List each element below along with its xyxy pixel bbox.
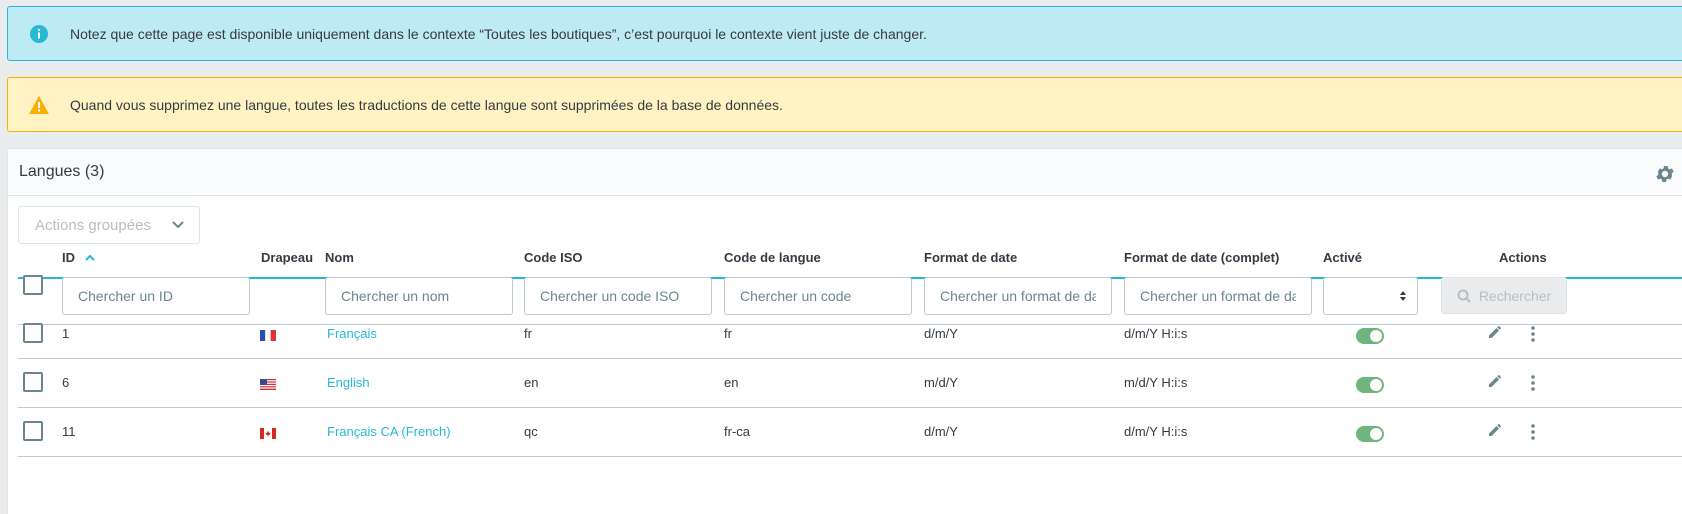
column-header-name[interactable]: Nom — [325, 250, 354, 265]
card-title: Langues (3) — [19, 163, 105, 180]
column-header-active[interactable]: Activé — [1323, 250, 1362, 265]
row-lang-code: fr-ca — [724, 424, 750, 439]
filter-date-format-full-input[interactable] — [1124, 277, 1312, 315]
filter-name-input[interactable] — [325, 277, 513, 315]
row-divider — [18, 407, 1682, 408]
search-icon — [1457, 289, 1471, 303]
row-divider — [18, 456, 1682, 457]
column-header-id[interactable]: ID — [62, 250, 95, 265]
row-id: 1 — [62, 326, 70, 341]
chevron-down-icon — [172, 221, 184, 229]
row-checkbox[interactable] — [23, 323, 43, 343]
bulk-actions-dropdown[interactable]: Actions groupées — [18, 206, 200, 244]
warning-icon — [8, 95, 70, 115]
row-lang-code: en — [724, 375, 739, 390]
flag-fr-icon — [260, 330, 276, 341]
filter-active-select[interactable] — [1323, 277, 1418, 315]
bulk-actions-label: Actions groupées — [35, 216, 151, 234]
row-checkbox[interactable] — [23, 372, 43, 392]
row-date-format: d/m/Y — [924, 424, 958, 439]
info-alert: Notez que cette page est disponible uniq… — [7, 6, 1682, 61]
languages-card: Langues (3) Actions groupées ID Drapeau … — [7, 148, 1682, 514]
select-all-checkbox[interactable] — [23, 275, 43, 295]
filter-id-input[interactable] — [62, 277, 250, 315]
warning-alert: Quand vous supprimez une langue, toutes … — [7, 77, 1682, 132]
row-date-format-full: d/m/Y H:i:s — [1124, 424, 1188, 439]
active-toggle[interactable] — [1356, 426, 1384, 442]
active-toggle[interactable] — [1356, 377, 1384, 393]
row-checkbox[interactable] — [23, 421, 43, 441]
row-date-format: d/m/Y — [924, 326, 958, 341]
row-iso: en — [524, 375, 539, 390]
column-header-actions: Actions — [1499, 250, 1547, 265]
gear-icon[interactable] — [1654, 163, 1676, 185]
filter-date-format-input[interactable] — [924, 277, 1112, 315]
search-button-label: Rechercher — [1478, 287, 1552, 304]
row-date-format: m/d/Y — [924, 375, 958, 390]
row-date-format-full: m/d/Y H:i:s — [1124, 375, 1188, 390]
column-header-id-label: ID — [62, 250, 75, 265]
column-header-lang-code[interactable]: Code de langue — [724, 250, 821, 265]
select-arrows-icon — [1400, 291, 1406, 301]
flag-us-icon — [260, 379, 276, 390]
more-actions-icon[interactable] — [1526, 374, 1540, 392]
info-alert-text: Notez que cette page est disponible uniq… — [70, 25, 927, 42]
row-iso: qc — [524, 424, 538, 439]
sort-asc-icon[interactable] — [84, 254, 95, 262]
warning-alert-text: Quand vous supprimez une langue, toutes … — [70, 96, 783, 113]
row-divider — [18, 358, 1682, 359]
row-name-link[interactable]: Français — [327, 326, 377, 341]
card-header: Langues (3) — [8, 149, 1682, 196]
row-name-link[interactable]: English — [327, 375, 370, 390]
row-iso: fr — [524, 326, 532, 341]
filter-iso-input[interactable] — [524, 277, 712, 315]
row-name-link[interactable]: Français CA (French) — [327, 424, 451, 439]
column-header-flag: Drapeau — [261, 250, 314, 265]
more-actions-icon[interactable] — [1526, 325, 1540, 343]
column-header-iso[interactable]: Code ISO — [524, 250, 583, 265]
filter-row-divider — [18, 324, 1682, 325]
row-date-format-full: d/m/Y H:i:s — [1124, 326, 1188, 341]
edit-icon[interactable] — [1487, 373, 1503, 389]
row-lang-code: fr — [724, 326, 732, 341]
row-id: 11 — [62, 424, 76, 439]
column-header-date-format-full[interactable]: Format de date (complet) — [1124, 250, 1279, 265]
edit-icon[interactable] — [1487, 324, 1503, 340]
column-header-date-format[interactable]: Format de date — [924, 250, 1017, 265]
row-id: 6 — [62, 375, 70, 390]
active-toggle[interactable] — [1356, 328, 1384, 344]
filter-lang-code-input[interactable] — [724, 277, 912, 315]
flag-ca-icon — [260, 428, 276, 439]
info-icon — [8, 24, 70, 44]
search-button[interactable]: Rechercher — [1441, 277, 1567, 314]
more-actions-icon[interactable] — [1526, 423, 1540, 441]
edit-icon[interactable] — [1487, 422, 1503, 438]
